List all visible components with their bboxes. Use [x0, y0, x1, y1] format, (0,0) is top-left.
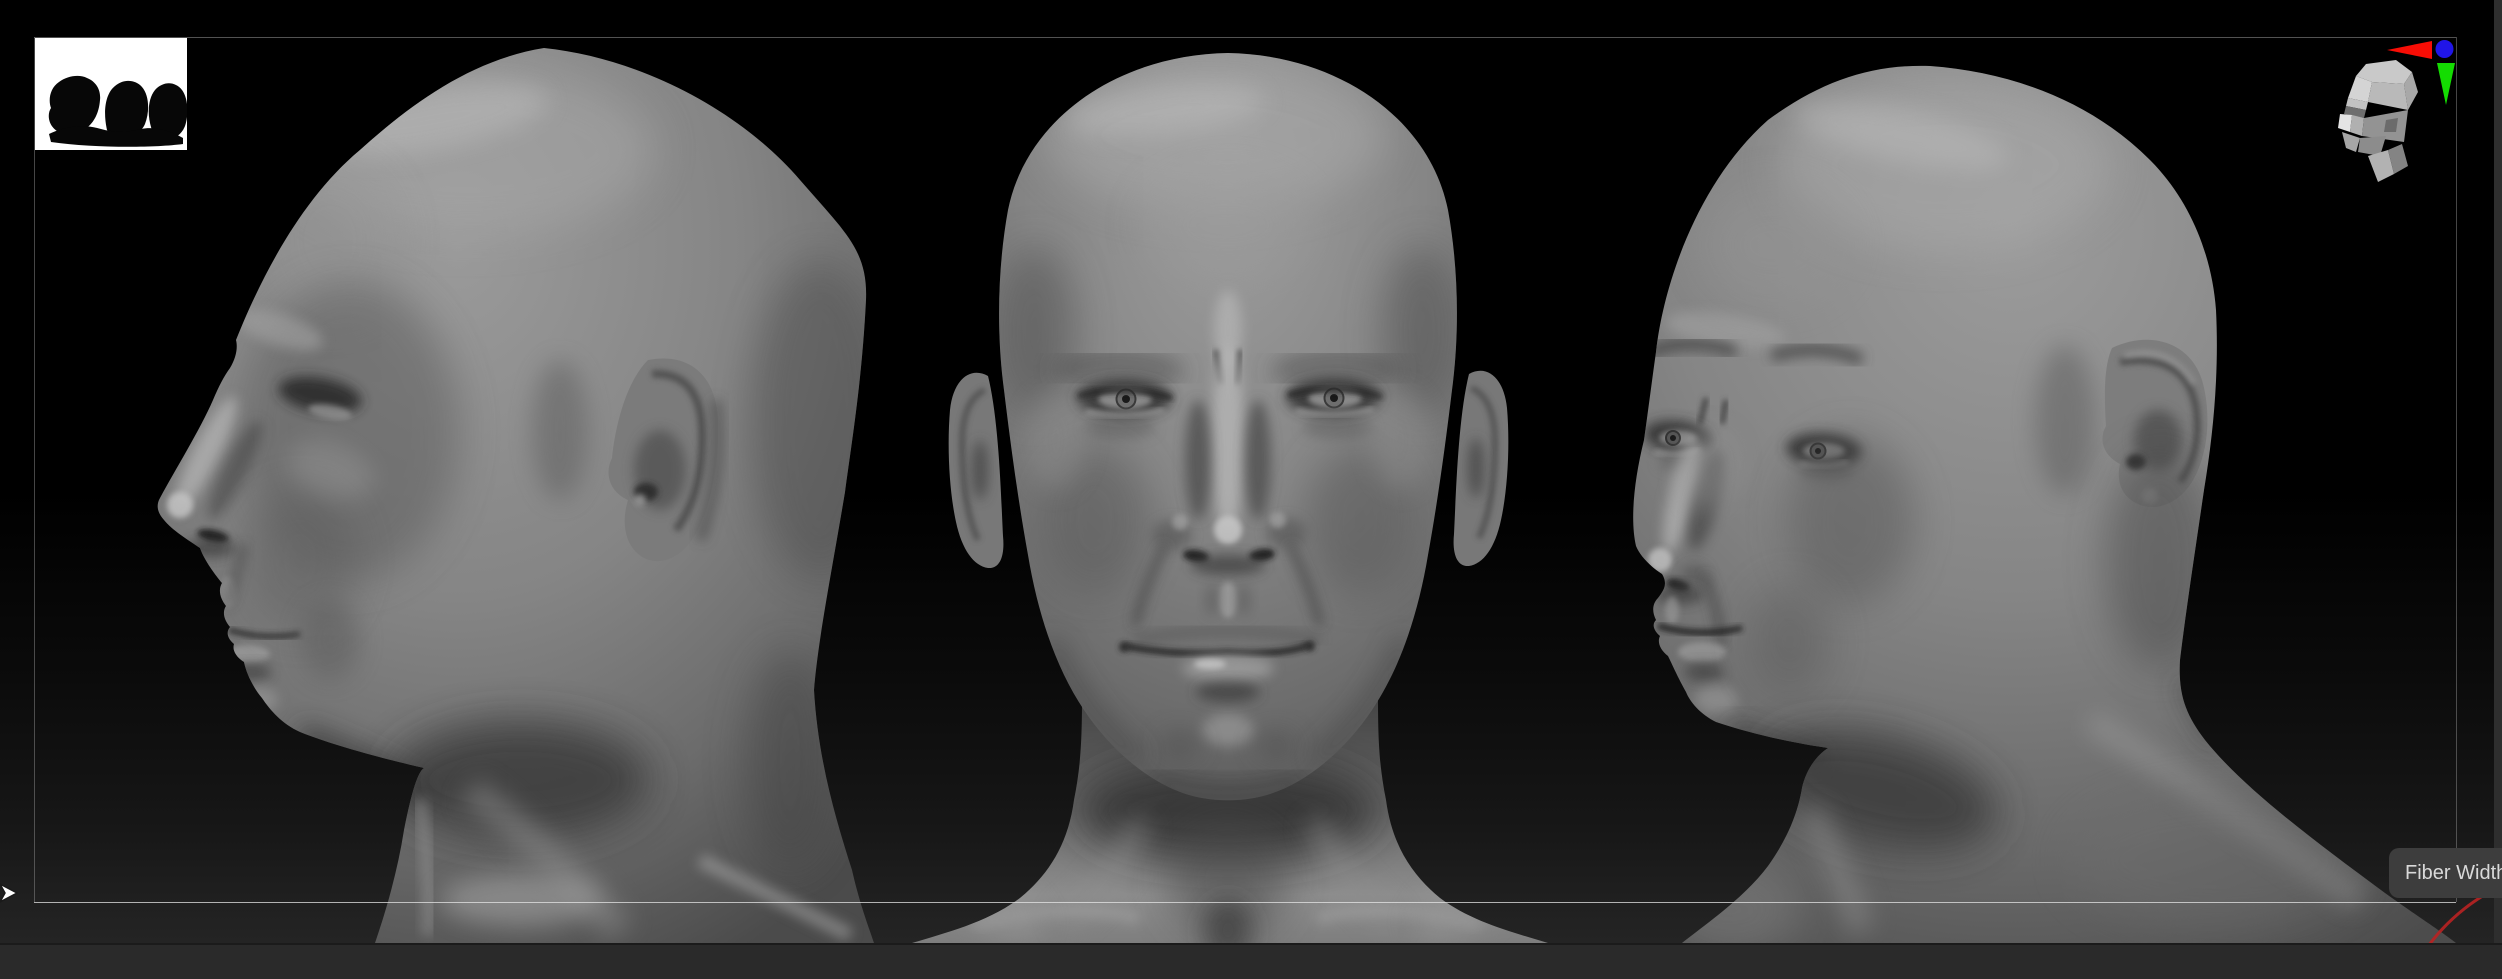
- sculpted-head-three-quarter: [1633, 65, 2456, 943]
- canvas-frame-left: [34, 37, 35, 902]
- y-axis-arrow-icon[interactable]: [2437, 63, 2455, 105]
- tray-toggle-arrow[interactable]: [0, 880, 22, 906]
- canvas-frame-right: [2456, 37, 2457, 902]
- ear: [1453, 370, 1509, 567]
- sculpted-head-front: [912, 53, 1548, 943]
- preview-heads-silhouette-icon: [48, 75, 187, 147]
- document-preview-thumbnail[interactable]: [35, 38, 187, 150]
- sculpt-canvas[interactable]: [0, 0, 2502, 943]
- z-axis-dot-icon[interactable]: [2435, 40, 2454, 58]
- sculpted-heads-render: [157, 48, 2456, 943]
- canvas-frame-top: [34, 37, 2456, 38]
- tooltip-label: Fiber Width: [2405, 862, 2502, 884]
- nose-highlight: [1212, 345, 1244, 535]
- ear: [948, 372, 1004, 569]
- right-tray-edge: [2494, 0, 2502, 943]
- polymesh-head-preview[interactable]: [2330, 56, 2426, 192]
- tooltip: Fiber Width: [2389, 848, 2502, 898]
- sculpt-app-viewport: Fiber Width: [0, 0, 2502, 979]
- bottom-bar: [0, 943, 2502, 979]
- sculpted-head-left-profile: [157, 48, 874, 943]
- arrow-right-icon: [0, 883, 19, 903]
- lowpoly-head-icon: [2338, 60, 2418, 182]
- canvas-frame-bottom: [34, 902, 2456, 903]
